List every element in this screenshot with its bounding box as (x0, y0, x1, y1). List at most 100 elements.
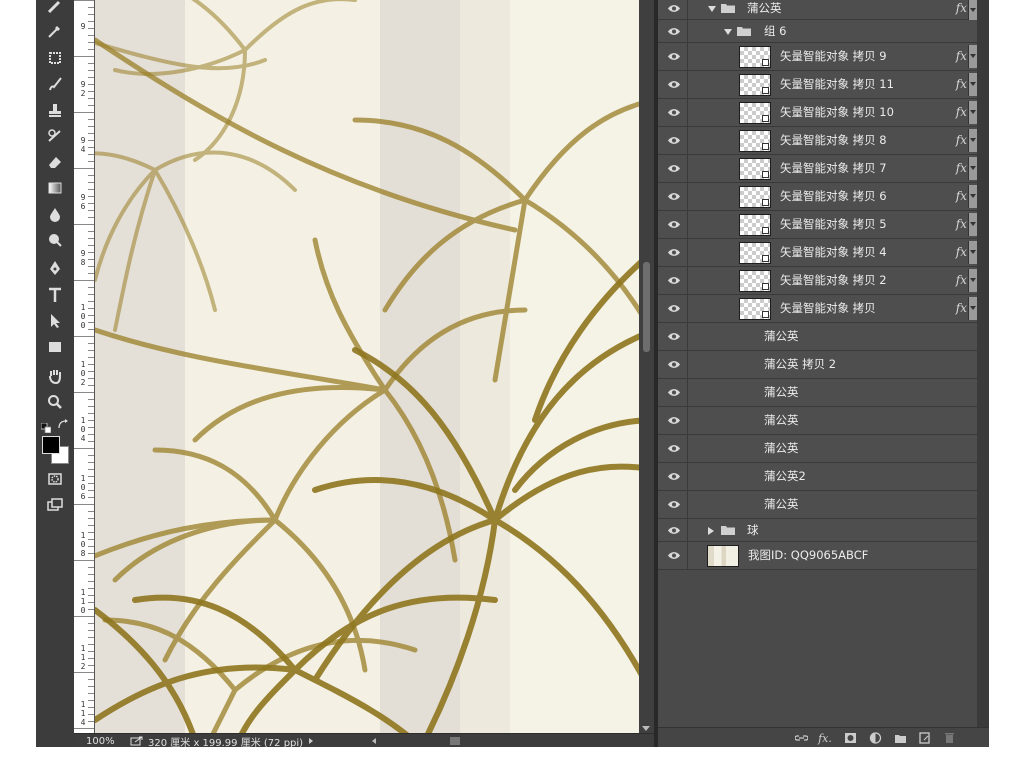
effects-toggle-arrow-icon[interactable] (968, 269, 977, 292)
visibility-eye-icon[interactable] (661, 183, 688, 210)
swap-colors-icon[interactable] (57, 416, 69, 429)
default-colors-icon[interactable] (40, 418, 52, 434)
layer-row[interactable]: 矢量智能对象 拷贝 8 fx (658, 127, 977, 155)
layer-row[interactable]: 我图ID: QQ9065ABCF (658, 542, 977, 570)
zoom-level[interactable]: 100% (74, 736, 130, 747)
layer-row[interactable]: 矢量智能对象 拷贝 10 fx (658, 99, 977, 127)
visibility-eye-icon[interactable] (661, 267, 688, 294)
layer-row[interactable]: 蒲公英 fx (658, 0, 977, 22)
layer-row[interactable]: 组 6 (658, 20, 977, 43)
visibility-eye-icon[interactable] (661, 491, 688, 518)
eraser-icon[interactable] (42, 150, 68, 174)
effects-toggle-arrow-icon[interactable] (968, 157, 977, 180)
vertical-scrollbar[interactable] (639, 0, 654, 733)
effects-toggle-arrow-icon[interactable] (968, 185, 977, 208)
layer-name[interactable]: 矢量智能对象 拷贝 8 (780, 127, 887, 154)
layer-name[interactable]: 矢量智能对象 拷贝 9 (780, 43, 887, 70)
layer-row[interactable]: 球 (658, 519, 977, 542)
brush-icon[interactable] (42, 72, 68, 96)
layer-row[interactable]: 蒲公英 拷贝 2 (658, 351, 977, 379)
zoom-icon[interactable] (42, 390, 68, 414)
layer-name[interactable]: 蒲公英 (764, 435, 799, 462)
adjustment-layer-icon[interactable] (868, 732, 882, 744)
layer-effects-icon[interactable]: fx (956, 127, 967, 154)
horizontal-scrollbar[interactable] (370, 734, 670, 747)
layer-row[interactable]: 蒲公英 (658, 491, 977, 519)
visibility-eye-icon[interactable] (661, 463, 688, 490)
visibility-eye-icon[interactable] (661, 351, 688, 378)
visibility-eye-icon[interactable] (661, 407, 688, 434)
layer-name[interactable]: 蒲公英 (764, 407, 799, 434)
visibility-eye-icon[interactable] (661, 99, 688, 126)
visibility-eye-icon[interactable] (661, 542, 688, 569)
effects-toggle-arrow-icon[interactable] (968, 101, 977, 124)
pen-icon[interactable] (42, 256, 68, 280)
layer-row[interactable]: 矢量智能对象 拷贝 fx (658, 295, 977, 323)
document-canvas[interactable] (95, 0, 639, 733)
layer-row[interactable]: 蒲公英 (658, 435, 977, 463)
layer-name[interactable]: 矢量智能对象 拷贝 7 (780, 155, 887, 182)
effects-toggle-arrow-icon[interactable] (968, 129, 977, 152)
visibility-eye-icon[interactable] (661, 0, 688, 19)
history-brush-icon[interactable] (42, 124, 68, 148)
effects-toggle-arrow-icon[interactable] (968, 73, 977, 96)
path-selection-icon[interactable] (42, 309, 68, 333)
layer-effects-icon[interactable]: fx (956, 295, 967, 322)
hand-icon[interactable] (42, 364, 68, 388)
layer-row[interactable]: 蒲公英 (658, 407, 977, 435)
layer-effects-icon[interactable]: fx (956, 183, 967, 210)
visibility-eye-icon[interactable] (661, 127, 688, 154)
eyedropper-icon[interactable] (42, 19, 68, 43)
layer-name[interactable]: 矢量智能对象 拷贝 6 (780, 183, 887, 210)
scroll-down-arrow-icon[interactable] (642, 726, 650, 731)
effects-toggle-arrow-icon[interactable] (968, 213, 977, 236)
layer-row[interactable]: 蒲公英 (658, 379, 977, 407)
screen-mode-icon[interactable] (42, 493, 68, 517)
layer-row[interactable]: 矢量智能对象 拷贝 2 fx (658, 267, 977, 295)
layer-name[interactable]: 蒲公英 (764, 491, 799, 518)
visibility-eye-icon[interactable] (661, 71, 688, 98)
effects-toggle-arrow-icon[interactable] (968, 241, 977, 264)
gradient-icon[interactable] (42, 176, 68, 200)
type-icon[interactable] (42, 283, 68, 307)
layer-row[interactable]: 蒲公英 (658, 323, 977, 351)
effects-toggle-arrow-icon[interactable] (968, 45, 977, 68)
add-mask-icon[interactable] (843, 732, 857, 744)
layer-name[interactable]: 矢量智能对象 拷贝 10 (780, 99, 894, 126)
layer-row[interactable]: 矢量智能对象 拷贝 5 fx (658, 211, 977, 239)
layer-name[interactable]: 蒲公英2 (764, 463, 806, 490)
visibility-eye-icon[interactable] (661, 155, 688, 182)
layer-row[interactable]: 矢量智能对象 拷贝 6 fx (658, 183, 977, 211)
layer-name[interactable]: 蒲公英 拷贝 2 (764, 351, 836, 378)
layer-effects-icon[interactable]: fx (956, 211, 967, 238)
link-layers-icon[interactable] (794, 732, 808, 744)
collapse-arrow-icon[interactable] (708, 6, 716, 12)
vertical-scroll-thumb[interactable] (643, 262, 650, 352)
layer-effects-icon[interactable]: fx (956, 239, 967, 266)
visibility-eye-icon[interactable] (661, 435, 688, 462)
horizontal-scroll-thumb[interactable] (450, 737, 460, 745)
layer-name[interactable]: 蒲公英 (764, 323, 799, 350)
layer-row[interactable]: 蒲公英2 (658, 463, 977, 491)
layer-effects-icon[interactable]: fx (956, 43, 967, 70)
layer-name[interactable]: 矢量智能对象 拷贝 5 (780, 211, 887, 238)
healing-brush-icon[interactable] (42, 46, 68, 70)
rectangle-icon[interactable] (42, 335, 68, 359)
layer-effects-icon[interactable]: fx (956, 155, 967, 182)
visibility-eye-icon[interactable] (661, 295, 688, 322)
foreground-color-swatch[interactable] (42, 436, 60, 454)
dodge-icon[interactable] (42, 228, 68, 252)
layer-effects-icon[interactable]: fx (956, 71, 967, 98)
spot-healing-icon[interactable] (42, 0, 68, 18)
clone-stamp-icon[interactable] (42, 98, 68, 122)
layer-row[interactable]: 矢量智能对象 拷贝 4 fx (658, 239, 977, 267)
expand-arrow-icon[interactable] (708, 527, 714, 535)
layer-effects-icon[interactable]: fx (956, 267, 967, 294)
layer-effects-icon[interactable]: fx (956, 99, 967, 126)
blur-icon[interactable] (42, 202, 68, 226)
visibility-eye-icon[interactable] (661, 519, 688, 541)
new-layer-icon[interactable] (917, 732, 931, 744)
layer-name[interactable]: 矢量智能对象 拷贝 (780, 295, 876, 322)
visibility-eye-icon[interactable] (661, 211, 688, 238)
delete-layer-icon[interactable] (942, 732, 956, 744)
